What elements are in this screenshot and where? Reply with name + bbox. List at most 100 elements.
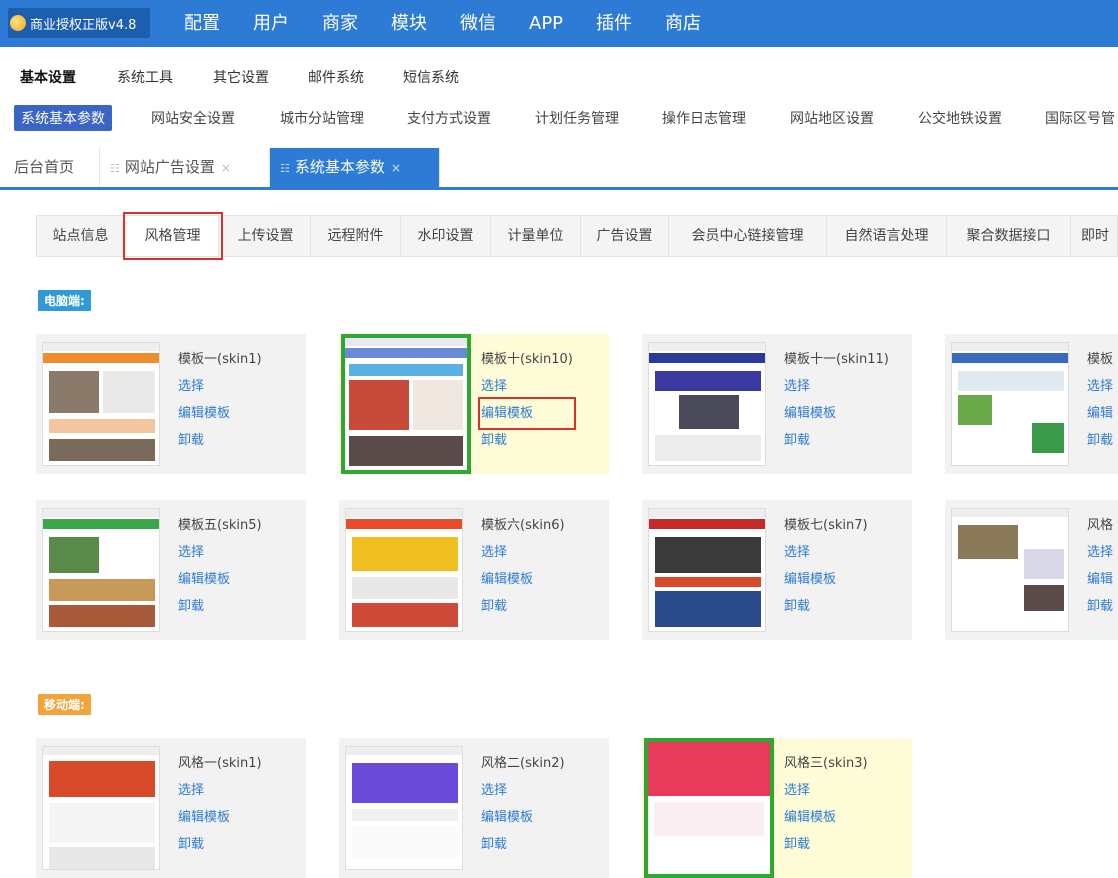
template-thumbnail[interactable]: [345, 746, 463, 870]
template-card: 模板七(skin7) 选择 编辑模板 卸载: [642, 500, 912, 640]
select-link[interactable]: 选择: [1087, 373, 1113, 400]
template-thumbnail-selected[interactable]: [644, 738, 774, 878]
template-thumbnail[interactable]: [345, 508, 463, 632]
brand-logo[interactable]: 商业授权正版v4.8: [8, 8, 150, 38]
settings-tab-ads[interactable]: 广告设置: [581, 216, 669, 256]
uninstall-link[interactable]: 卸载: [481, 831, 565, 858]
subnav2-security[interactable]: 网站安全设置: [151, 108, 235, 128]
section-label-mobile: 移动端:: [38, 694, 91, 715]
edit-template-link[interactable]: 编辑模板: [784, 400, 889, 427]
subnav2-city-sites[interactable]: 城市分站管理: [280, 108, 364, 128]
edit-template-link[interactable]: 编辑模板: [481, 566, 565, 593]
select-link[interactable]: 选择: [178, 777, 262, 804]
settings-tab-units[interactable]: 计量单位: [491, 216, 581, 256]
subnav-mail-system[interactable]: 邮件系统: [308, 67, 364, 87]
nav-item-users[interactable]: 用户: [253, 0, 289, 47]
subnav-sms-system[interactable]: 短信系统: [403, 67, 459, 87]
uninstall-link[interactable]: 卸载: [481, 593, 565, 620]
settings-tab-member-links[interactable]: 会员中心链接管理: [669, 216, 827, 256]
template-name: 模板七(skin7): [784, 518, 868, 533]
settings-tab-remote-attach[interactable]: 远程附件: [311, 216, 401, 256]
uninstall-link[interactable]: 卸载: [1087, 427, 1113, 454]
select-link[interactable]: 选择: [784, 373, 889, 400]
subnav2-scheduled-tasks[interactable]: 计划任务管理: [535, 108, 619, 128]
edit-template-link[interactable]: 编辑: [1087, 400, 1113, 427]
nav-item-modules[interactable]: 模块: [391, 0, 427, 47]
edit-template-link[interactable]: 编辑模板: [178, 804, 262, 831]
uninstall-link[interactable]: 卸载: [784, 427, 889, 454]
tab-system-params[interactable]: ☷ 系统基本参数 ×: [270, 148, 440, 187]
uninstall-link[interactable]: 卸载: [178, 593, 262, 620]
template-thumbnail[interactable]: [648, 508, 766, 632]
nav-item-store[interactable]: 商店: [665, 0, 701, 47]
grid-icon: ☷: [110, 162, 120, 175]
template-name: 模板: [1087, 352, 1114, 367]
subnav2-payment[interactable]: 支付方式设置: [407, 108, 491, 128]
template-name: 风格三(skin3): [784, 756, 868, 771]
sun-logo-icon: [10, 15, 26, 31]
template-name: 风格: [1087, 518, 1114, 533]
subnav2-regions[interactable]: 网站地区设置: [790, 108, 874, 128]
uninstall-link[interactable]: 卸载: [178, 831, 262, 858]
select-link[interactable]: 选择: [784, 539, 868, 566]
select-link[interactable]: 选择: [481, 539, 565, 566]
template-thumbnail[interactable]: [648, 342, 766, 466]
select-link[interactable]: 选择: [481, 777, 565, 804]
subnav2-system-params[interactable]: 系统基本参数: [14, 105, 112, 131]
close-icon[interactable]: ×: [391, 161, 401, 175]
settings-tab-site-info[interactable]: 站点信息: [37, 216, 125, 256]
tab-ad-settings[interactable]: ☷ 网站广告设置 ×: [100, 148, 270, 187]
subnav2-transit[interactable]: 公交地铁设置: [918, 108, 1002, 128]
template-card: 风格一(skin1) 选择 编辑模板 卸载: [36, 738, 306, 878]
subnav2-operation-log[interactable]: 操作日志管理: [662, 108, 746, 128]
tab-home[interactable]: 后台首页: [0, 148, 100, 187]
edit-template-link[interactable]: 编辑模板: [178, 400, 262, 427]
uninstall-link[interactable]: 卸载: [178, 427, 262, 454]
page-tabs: 后台首页 ☷ 网站广告设置 × ☷ 系统基本参数 ×: [0, 148, 1118, 190]
settings-tab-style-manage[interactable]: 风格管理: [123, 212, 223, 260]
template-thumbnail[interactable]: [951, 342, 1069, 466]
template-card: 模板十一(skin11) 选择 编辑模板 卸载: [642, 334, 912, 474]
template-thumbnail[interactable]: [951, 508, 1069, 632]
template-thumbnail[interactable]: [42, 746, 160, 870]
settings-tab-data-api[interactable]: 聚合数据接口: [947, 216, 1071, 256]
select-link[interactable]: 选择: [1087, 539, 1113, 566]
settings-tab-nlp[interactable]: 自然语言处理: [827, 216, 947, 256]
template-card: 模板一(skin1) 选择 编辑模板 卸载: [36, 334, 306, 474]
edit-template-link-highlighted[interactable]: 编辑模板: [478, 397, 576, 430]
subnav2-intl-codes[interactable]: 国际区号管: [1045, 108, 1115, 128]
settings-tab-instant[interactable]: 即时: [1071, 216, 1118, 256]
edit-template-link[interactable]: 编辑模板: [481, 804, 565, 831]
select-link[interactable]: 选择: [178, 539, 262, 566]
subnav-primary: 基本设置 系统工具 其它设置 邮件系统 短信系统: [0, 47, 1118, 102]
template-name: 风格二(skin2): [481, 756, 565, 771]
edit-template-link[interactable]: 编辑模板: [784, 566, 868, 593]
subnav-other-settings[interactable]: 其它设置: [213, 67, 269, 87]
edit-template-link[interactable]: 编辑模板: [178, 566, 262, 593]
template-thumbnail[interactable]: [42, 508, 160, 632]
uninstall-link[interactable]: 卸载: [784, 831, 868, 858]
nav-item-plugins[interactable]: 插件: [596, 0, 632, 47]
edit-template-link[interactable]: 编辑: [1087, 566, 1113, 593]
settings-tab-upload[interactable]: 上传设置: [221, 216, 311, 256]
template-thumbnail[interactable]: [42, 342, 160, 466]
select-link[interactable]: 选择: [784, 777, 868, 804]
close-icon[interactable]: ×: [221, 161, 231, 175]
nav-item-config[interactable]: 配置: [184, 0, 220, 47]
select-link[interactable]: 选择: [481, 373, 573, 400]
edit-template-link[interactable]: 编辑模板: [784, 804, 868, 831]
nav-item-wechat[interactable]: 微信: [460, 0, 496, 47]
template-thumbnail-selected[interactable]: [341, 334, 471, 474]
tab-system-params-label: 系统基本参数: [294, 158, 385, 176]
settings-tab-watermark[interactable]: 水印设置: [401, 216, 491, 256]
subnav-basic-settings[interactable]: 基本设置: [20, 67, 76, 87]
uninstall-link[interactable]: 卸载: [784, 593, 868, 620]
uninstall-link[interactable]: 卸载: [481, 427, 573, 454]
select-link[interactable]: 选择: [178, 373, 262, 400]
template-name: 模板六(skin6): [481, 518, 565, 533]
tab-home-label: 后台首页: [14, 158, 75, 176]
nav-item-merchants[interactable]: 商家: [322, 0, 358, 47]
nav-item-app[interactable]: APP: [529, 0, 563, 47]
subnav-system-tools[interactable]: 系统工具: [117, 67, 173, 87]
uninstall-link[interactable]: 卸载: [1087, 593, 1113, 620]
